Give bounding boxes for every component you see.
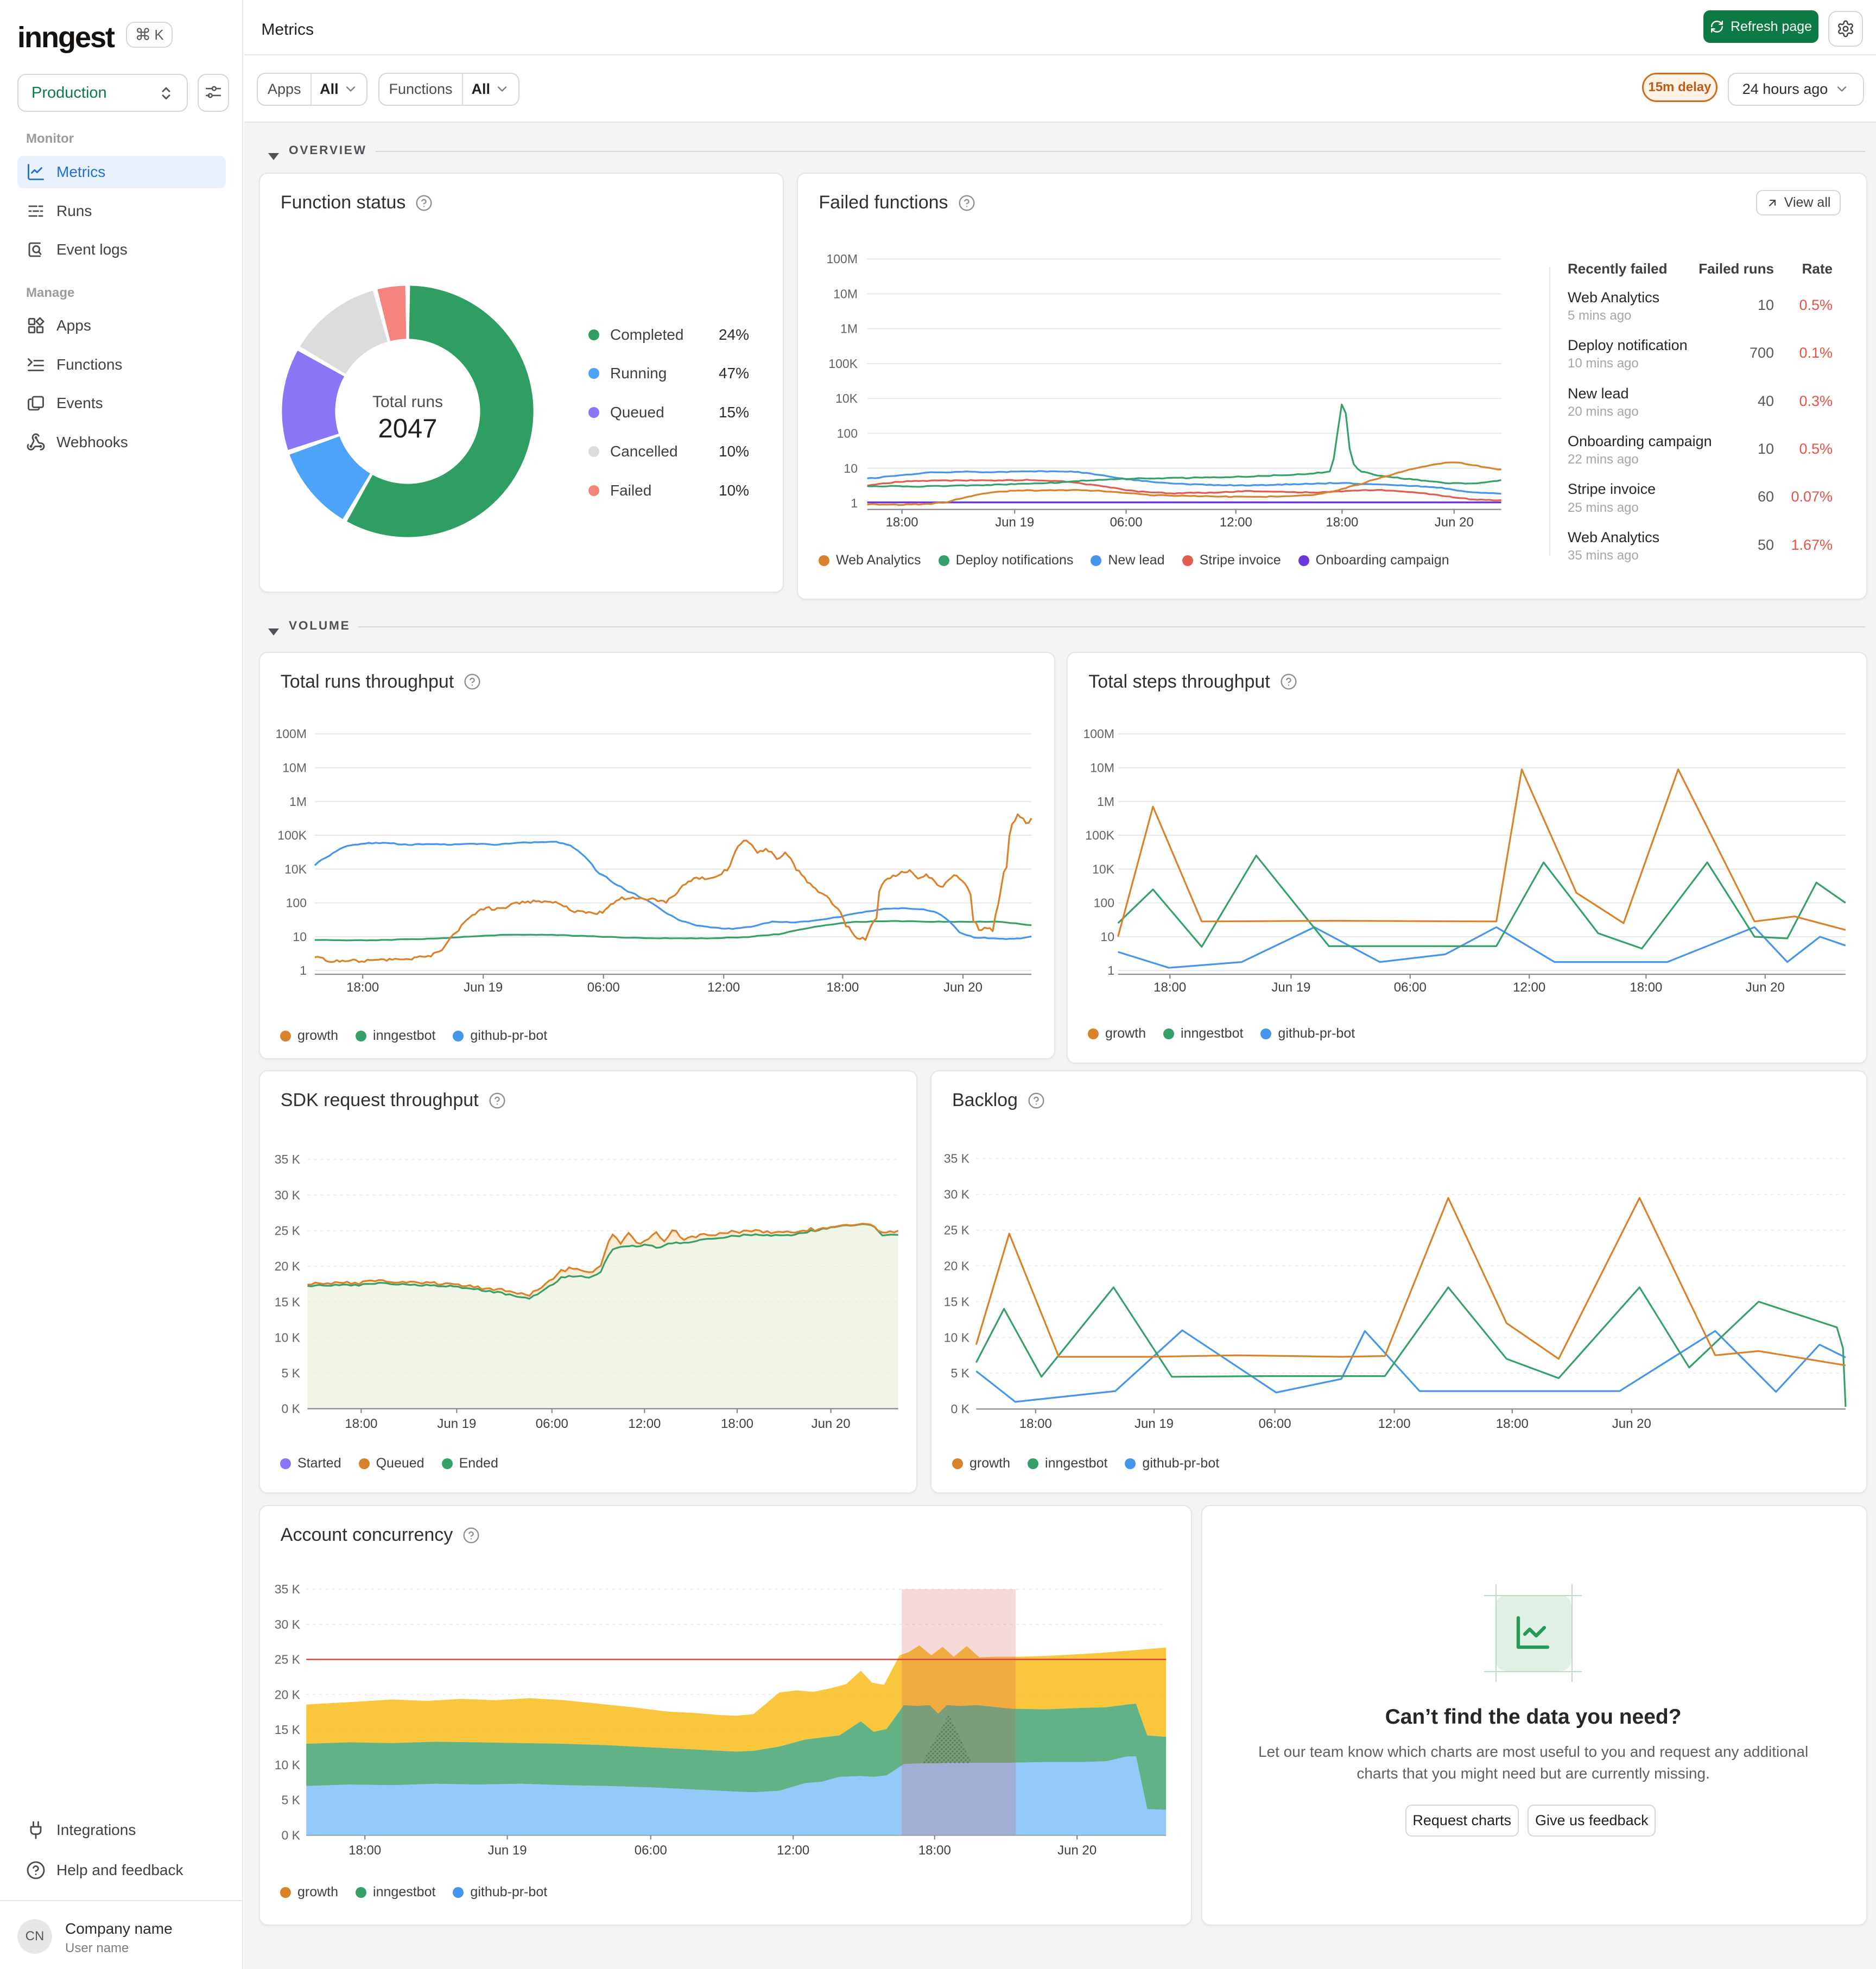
svg-text:Jun 20: Jun 20 — [1057, 1843, 1097, 1858]
svg-text:06:00: 06:00 — [1394, 980, 1427, 995]
svg-text:25 K: 25 K — [275, 1224, 301, 1238]
svg-text:10M: 10M — [1090, 760, 1114, 774]
svg-text:18:00: 18:00 — [826, 980, 859, 995]
svg-text:06:00: 06:00 — [1259, 1417, 1291, 1431]
svg-text:18:00: 18:00 — [346, 980, 379, 995]
svg-text:18:00: 18:00 — [345, 1417, 377, 1431]
svg-text:100: 100 — [837, 427, 858, 441]
svg-text:100M: 100M — [1083, 727, 1114, 741]
svg-text:10M: 10M — [834, 287, 858, 301]
svg-text:18:00: 18:00 — [1496, 1417, 1529, 1431]
svg-text:1M: 1M — [289, 795, 307, 809]
svg-text:35 K: 35 K — [275, 1153, 301, 1167]
svg-text:18:00: 18:00 — [348, 1843, 381, 1858]
svg-text:15 K: 15 K — [944, 1295, 970, 1309]
svg-text:12:00: 12:00 — [777, 1843, 809, 1858]
svg-text:1: 1 — [851, 496, 858, 510]
svg-text:Jun 20: Jun 20 — [943, 980, 983, 995]
svg-text:12:00: 12:00 — [1513, 980, 1545, 995]
svg-text:0 K: 0 K — [281, 1402, 300, 1416]
svg-text:100K: 100K — [277, 828, 307, 842]
svg-text:06:00: 06:00 — [635, 1843, 667, 1858]
svg-text:10M: 10M — [282, 760, 307, 774]
svg-text:100M: 100M — [827, 252, 858, 266]
svg-text:10: 10 — [844, 461, 858, 475]
svg-text:Jun 20: Jun 20 — [1612, 1417, 1651, 1431]
svg-text:12:00: 12:00 — [707, 980, 740, 995]
svg-text:18:00: 18:00 — [1326, 515, 1359, 530]
svg-text:20 K: 20 K — [275, 1688, 301, 1702]
svg-text:06:00: 06:00 — [536, 1417, 568, 1431]
svg-text:5 K: 5 K — [281, 1793, 300, 1807]
svg-text:06:00: 06:00 — [1110, 515, 1143, 530]
svg-text:15 K: 15 K — [275, 1295, 301, 1309]
svg-text:18:00: 18:00 — [1154, 980, 1186, 995]
svg-text:10 K: 10 K — [275, 1331, 301, 1345]
svg-text:0 K: 0 K — [951, 1402, 970, 1417]
svg-text:1M: 1M — [1097, 795, 1114, 809]
svg-text:12:00: 12:00 — [1220, 515, 1252, 530]
svg-text:18:00: 18:00 — [918, 1843, 951, 1858]
svg-text:25 K: 25 K — [275, 1653, 301, 1667]
svg-text:100M: 100M — [275, 727, 307, 741]
svg-text:Jun 20: Jun 20 — [1435, 515, 1474, 530]
svg-text:100: 100 — [286, 895, 306, 910]
svg-text:35 K: 35 K — [944, 1152, 970, 1166]
svg-text:100: 100 — [1094, 895, 1114, 910]
svg-text:100K: 100K — [829, 357, 858, 371]
svg-text:Jun 19: Jun 19 — [437, 1417, 476, 1431]
svg-text:10 K: 10 K — [944, 1331, 970, 1345]
svg-text:20 K: 20 K — [944, 1259, 970, 1273]
svg-text:18:00: 18:00 — [1630, 980, 1663, 995]
svg-text:Jun 19: Jun 19 — [487, 1843, 527, 1858]
svg-text:10K: 10K — [284, 862, 307, 876]
svg-text:1M: 1M — [840, 322, 858, 336]
svg-text:Jun 20: Jun 20 — [811, 1417, 850, 1431]
svg-text:100K: 100K — [1086, 828, 1115, 842]
svg-text:18:00: 18:00 — [886, 515, 918, 530]
svg-text:20 K: 20 K — [275, 1260, 301, 1274]
svg-text:Jun 19: Jun 19 — [1135, 1417, 1174, 1431]
svg-text:06:00: 06:00 — [587, 980, 620, 995]
svg-text:5 K: 5 K — [951, 1367, 970, 1381]
svg-text:25 K: 25 K — [944, 1223, 970, 1237]
svg-text:10: 10 — [293, 930, 307, 944]
svg-text:10K: 10K — [835, 392, 858, 406]
svg-text:1: 1 — [300, 963, 307, 977]
svg-text:30 K: 30 K — [275, 1188, 301, 1202]
svg-text:5 K: 5 K — [281, 1366, 300, 1380]
svg-text:18:00: 18:00 — [721, 1417, 753, 1431]
svg-text:Jun 19: Jun 19 — [1272, 980, 1311, 995]
svg-text:0 K: 0 K — [281, 1828, 300, 1843]
svg-text:Jun 19: Jun 19 — [996, 515, 1035, 530]
svg-text:10 K: 10 K — [275, 1758, 301, 1772]
svg-text:Jun 19: Jun 19 — [464, 980, 503, 995]
svg-text:30 K: 30 K — [275, 1617, 301, 1631]
svg-text:10K: 10K — [1092, 862, 1115, 876]
svg-text:12:00: 12:00 — [628, 1417, 661, 1431]
svg-text:18:00: 18:00 — [1019, 1417, 1052, 1431]
svg-text:1: 1 — [1107, 963, 1114, 977]
svg-text:30 K: 30 K — [944, 1187, 970, 1202]
svg-text:35 K: 35 K — [275, 1582, 301, 1596]
svg-text:Jun 20: Jun 20 — [1746, 980, 1785, 995]
svg-text:15 K: 15 K — [275, 1723, 301, 1737]
svg-text:10: 10 — [1101, 930, 1115, 944]
svg-text:12:00: 12:00 — [1378, 1417, 1411, 1431]
